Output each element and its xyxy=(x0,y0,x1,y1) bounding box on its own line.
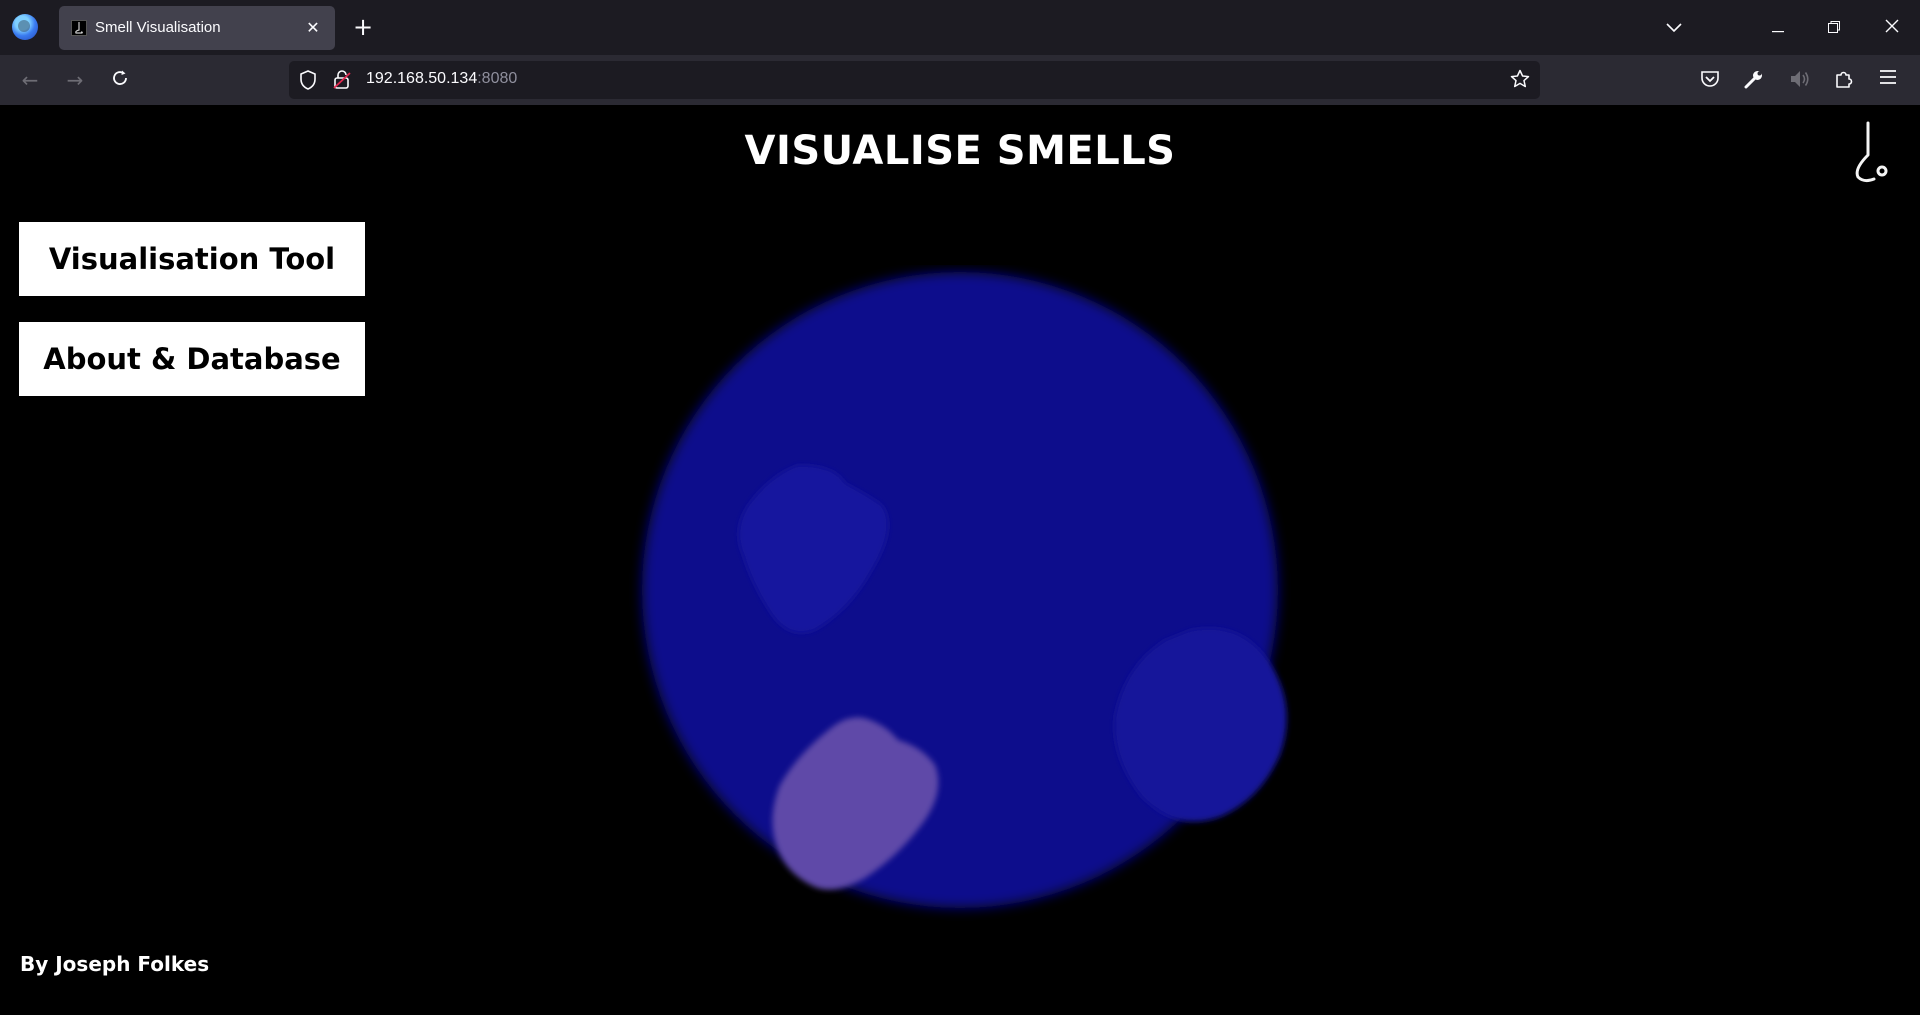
page-title: VISUALISE SMELLS xyxy=(744,128,1176,174)
about-database-button[interactable]: About & Database xyxy=(19,322,365,396)
tab-favicon-icon xyxy=(71,20,87,36)
bookmark-star-icon[interactable] xyxy=(1510,69,1530,93)
smell-visualisation-canvas xyxy=(642,272,1287,908)
author-credit: By Joseph Folkes xyxy=(20,952,210,976)
nose-icon xyxy=(1850,121,1894,187)
firefox-icon[interactable] xyxy=(12,14,38,40)
url-port: :8080 xyxy=(477,70,518,87)
browser-tab-bar: Smell Visualisation ✕ + xyxy=(0,0,1920,55)
list-all-tabs-icon[interactable] xyxy=(1646,0,1702,55)
speaker-icon[interactable] xyxy=(1789,69,1811,93)
back-icon[interactable]: ← xyxy=(14,64,46,96)
hamburger-menu-icon[interactable] xyxy=(1879,69,1897,89)
page-content: VISUALISE SMELLS Visualisation Tool Abou… xyxy=(0,105,1920,1015)
browser-nav-bar: ← → 192.168.50.134:8080 xyxy=(0,55,1920,105)
wrench-icon[interactable] xyxy=(1744,69,1764,93)
minimize-icon[interactable] xyxy=(1750,0,1806,55)
visualisation-tool-button[interactable]: Visualisation Tool xyxy=(19,222,365,296)
pocket-icon[interactable] xyxy=(1700,69,1720,93)
new-tab-icon[interactable]: + xyxy=(348,12,378,42)
browser-tab[interactable]: Smell Visualisation ✕ xyxy=(59,6,335,50)
insecure-lock-icon[interactable] xyxy=(333,70,351,94)
extensions-icon[interactable] xyxy=(1834,69,1854,93)
restore-icon[interactable] xyxy=(1806,0,1862,55)
tab-title: Smell Visualisation xyxy=(95,19,221,36)
forward-icon[interactable]: → xyxy=(59,64,91,96)
tab-close-icon[interactable]: ✕ xyxy=(301,16,325,40)
reload-icon[interactable] xyxy=(104,64,136,96)
url-host: 192.168.50.134 xyxy=(366,70,478,87)
shield-icon[interactable] xyxy=(299,70,317,94)
url-bar[interactable]: 192.168.50.134:8080 xyxy=(289,61,1540,99)
close-window-icon[interactable] xyxy=(1864,0,1920,55)
url-text[interactable]: 192.168.50.134:8080 xyxy=(366,70,517,88)
